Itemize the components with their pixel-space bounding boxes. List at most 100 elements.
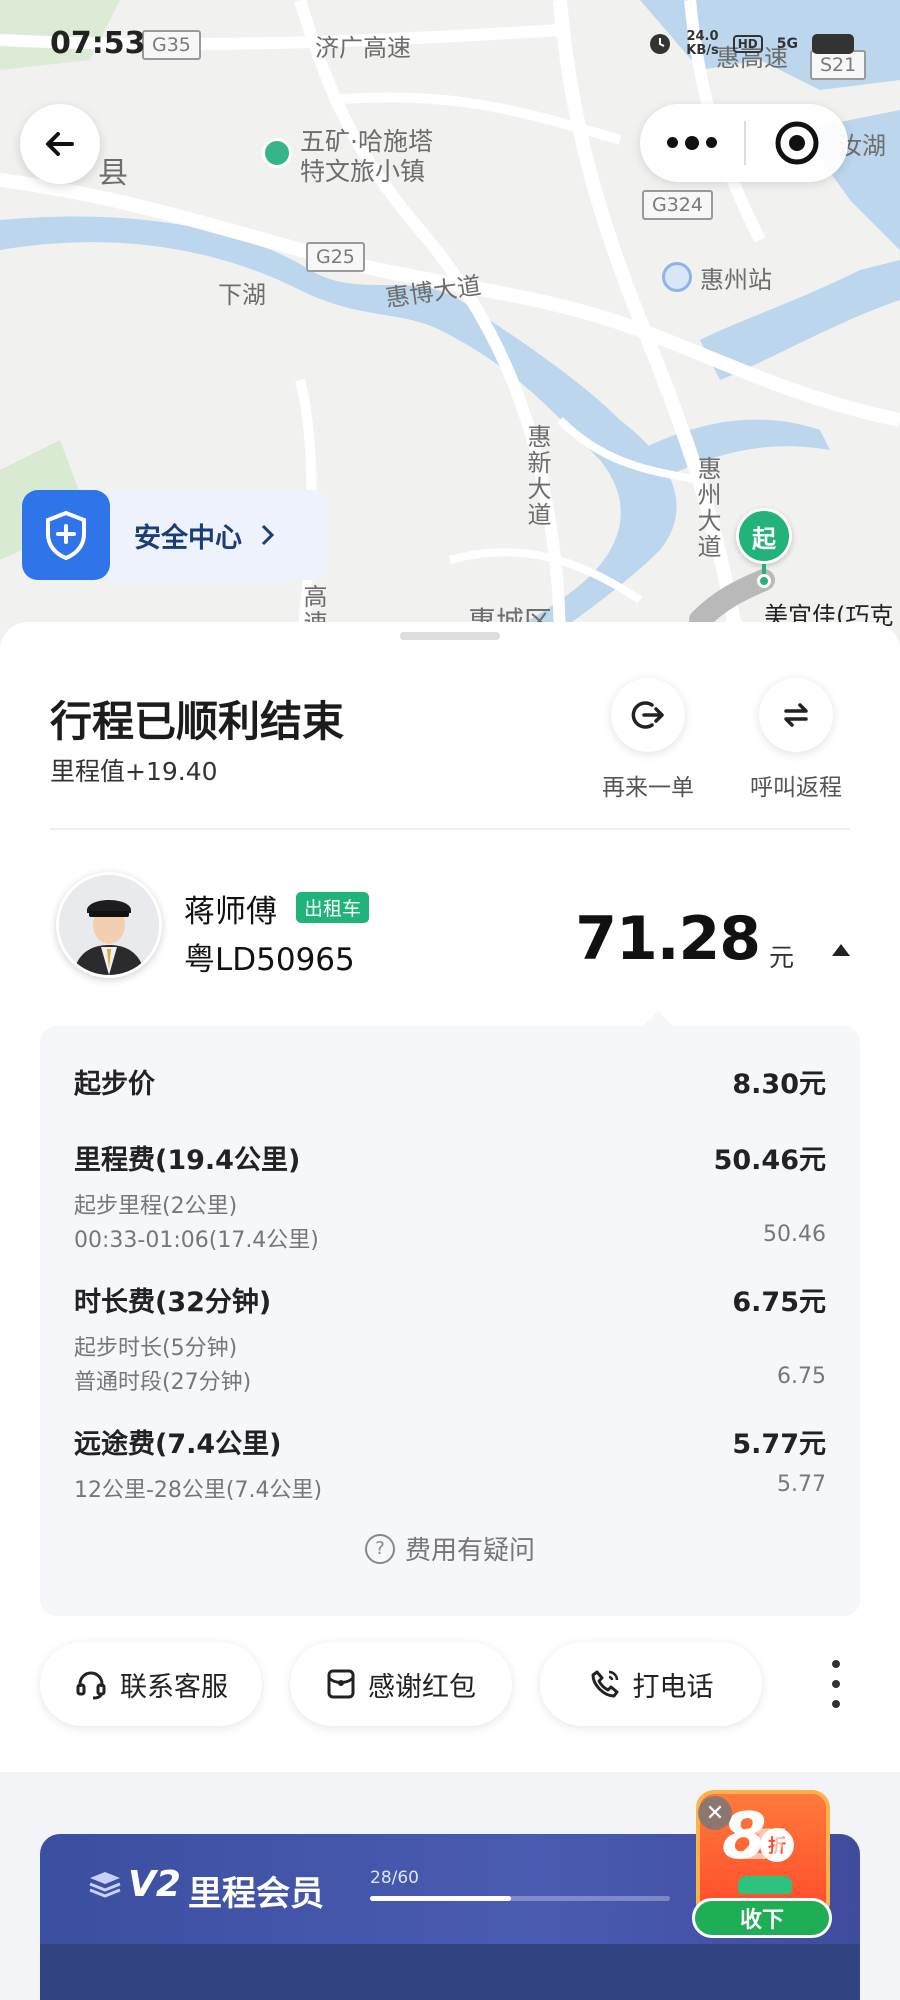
- section-divider: [50, 828, 850, 830]
- membership-progress-fill: [370, 1896, 511, 1901]
- fee-sub-row: 00:33-01:06(17.4公里) 50.46: [74, 1222, 826, 1254]
- map-label-huizhou-station: 惠州站: [700, 266, 772, 294]
- speed-unit: KB/s: [686, 43, 719, 58]
- map-shield-g25: G25: [306, 242, 365, 272]
- map-label-county: 县: [98, 156, 128, 191]
- reorder-circle: [611, 678, 685, 752]
- fee-question-link[interactable]: ? 费用有疑问: [40, 1530, 860, 1567]
- fee-sub-label: 普通时段(27分钟): [74, 1370, 252, 1395]
- vehicle-type-badge: 出租车: [296, 892, 370, 923]
- call-driver-button[interactable]: 打电话: [540, 1642, 762, 1726]
- driver-name: 蒋师傅: [184, 894, 277, 930]
- fee-amount: 5.77元: [732, 1429, 826, 1460]
- fee-row-distance: 里程费(19.4公里) 50.46元: [74, 1138, 826, 1177]
- red-envelope-icon: [327, 1669, 355, 1699]
- membership-logo-icon: [89, 1872, 121, 1898]
- membership-title: 里程会员: [188, 1874, 324, 1914]
- map-label-xiahu: 下湖: [218, 281, 266, 309]
- fee-sub-label: 00:33-01:06(17.4公里): [74, 1228, 319, 1253]
- station-icon: [662, 262, 692, 292]
- swap-icon: [784, 703, 808, 727]
- promo-accept-button[interactable]: 收下: [692, 1898, 832, 1938]
- fee-name: 里程费(19.4公里): [74, 1145, 301, 1176]
- fee-name: 时长费(32分钟): [74, 1287, 272, 1318]
- driver-avatar[interactable]: [56, 872, 162, 978]
- map-label-huixin-avenue: 惠新大道: [523, 424, 551, 528]
- question-icon: ?: [364, 1533, 395, 1564]
- fee-question-label: 费用有疑问: [404, 1536, 535, 1566]
- fee-sub-row: 起步里程(2公里): [74, 1188, 826, 1220]
- signal-icon: 5G: [776, 36, 798, 52]
- more-menu-button[interactable]: [640, 135, 744, 150]
- total-price[interactable]: 71.28: [575, 904, 761, 974]
- map-view[interactable]: 济广高速 县 五矿·哈施塔 特文旅小镇 下湖 惠博大道 惠州站 惠新大道 惠州大…: [0, 0, 900, 660]
- safety-center-label: 安全中心: [134, 522, 242, 554]
- more-actions-button[interactable]: [826, 1660, 846, 1708]
- contact-service-button[interactable]: 联系客服: [40, 1642, 262, 1726]
- network-speed: 24.0 KB/s: [686, 30, 718, 58]
- phone-icon: [591, 1670, 618, 1698]
- alarm-icon: [650, 34, 671, 54]
- reorder-label: 再来一单: [602, 775, 694, 801]
- fee-row-long-distance: 远途费(7.4公里) 5.77元: [74, 1422, 826, 1461]
- sheet-drag-handle[interactable]: [400, 632, 500, 640]
- collapse-caret-icon[interactable]: [832, 944, 850, 956]
- license-plate: 粤LD50965: [184, 942, 355, 978]
- membership-level: V2: [128, 1864, 181, 1905]
- fee-amount: 8.30元: [732, 1069, 826, 1100]
- map-shield-g35: G35: [142, 30, 201, 60]
- dot-icon: [832, 1680, 840, 1688]
- battery-icon: [812, 34, 854, 54]
- mileage-value: 里程值+19.40: [50, 757, 218, 786]
- membership-progress-text: 28/60: [370, 1868, 419, 1888]
- reorder-button[interactable]: 再来一单: [578, 678, 718, 802]
- fee-row-base: 起步价 8.30元: [74, 1062, 826, 1101]
- membership-progress-bar: [370, 1896, 670, 1901]
- call-driver-label: 打电话: [632, 1671, 714, 1703]
- start-point-dot: [757, 574, 771, 588]
- fee-sub-label: 起步时长(5分钟): [74, 1336, 238, 1361]
- scenic-spot-icon: [262, 138, 292, 168]
- fee-sub-label: 起步里程(2公里): [74, 1194, 238, 1219]
- contact-service-label: 联系客服: [120, 1671, 228, 1703]
- reorder-icon: [631, 701, 664, 729]
- start-point-marker[interactable]: 起: [736, 508, 792, 564]
- dot-icon: [685, 135, 699, 150]
- status-icons: 24.0 KB/s HD 5G: [648, 30, 854, 58]
- fee-sub-row: 12公里-28公里(7.4公里) 5.77: [74, 1472, 826, 1504]
- trip-status-title: 行程已顺利结束: [50, 697, 345, 746]
- fee-name: 远途费(7.4公里): [74, 1429, 282, 1460]
- fee-sub-row: 起步时长(5分钟): [74, 1330, 826, 1362]
- safety-center-button[interactable]: 安全中心: [22, 490, 328, 580]
- call-return-circle: [759, 678, 833, 752]
- membership-bottom-band: [40, 1944, 860, 2000]
- fee-amount: 50.46元: [713, 1145, 826, 1176]
- thanks-envelope-label: 感谢红包: [368, 1671, 476, 1703]
- dot-icon: [832, 1660, 840, 1668]
- price-currency: 元: [768, 943, 794, 972]
- bottom-action-bar: 联系客服 感谢红包 打电话: [40, 1642, 860, 1728]
- arrow-left-icon: [46, 132, 74, 156]
- watermark: ZI: [740, 1820, 787, 1869]
- back-button[interactable]: [20, 104, 100, 184]
- promo-close-button[interactable]: ✕: [698, 1796, 732, 1830]
- headset-icon: [76, 1671, 106, 1700]
- fee-sub-value: 6.75: [777, 1364, 826, 1389]
- chevron-right-icon: [261, 524, 275, 546]
- map-label-jiguang-expressway: 济广高速: [315, 34, 411, 62]
- speed-value: 24.0: [686, 29, 719, 44]
- target-icon: [775, 121, 819, 165]
- dot-icon: [832, 1700, 840, 1708]
- thanks-envelope-button[interactable]: 感谢红包: [290, 1642, 512, 1726]
- fee-row-duration: 时长费(32分钟) 6.75元: [74, 1280, 826, 1319]
- dot-icon: [706, 136, 717, 148]
- fee-amount: 6.75元: [732, 1287, 826, 1318]
- hd-icon: HD: [732, 35, 763, 53]
- call-return-label: 呼叫返程: [750, 775, 842, 801]
- trip-detail-sheet: 行程已顺利结束 里程值+19.40 再来一单 呼叫返程 蒋师傅 出租车 粤LD5…: [0, 622, 900, 1772]
- driver-avatar-image: [59, 875, 159, 975]
- call-return-button[interactable]: 呼叫返程: [726, 678, 866, 802]
- close-mini-program-button[interactable]: [746, 120, 848, 166]
- map-label-wukuang-sub: 特文旅小镇: [300, 157, 426, 186]
- mini-program-capsule: [640, 104, 848, 182]
